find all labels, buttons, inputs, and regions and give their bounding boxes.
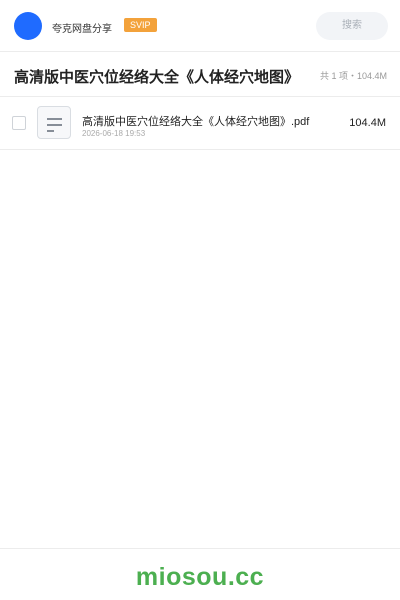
file-size: 104.4M bbox=[349, 117, 386, 129]
username: 夸克网盘分享 bbox=[52, 24, 112, 35]
file-name[interactable]: 高清版中医穴位经络大全《人体经穴地图》.pdf bbox=[82, 113, 309, 129]
svip-badge: SVIP bbox=[124, 18, 157, 32]
file-checkbox[interactable] bbox=[12, 116, 26, 130]
watermark-text: miosou.cc bbox=[135, 563, 265, 591]
document-icon bbox=[37, 106, 71, 139]
avatar[interactable] bbox=[14, 12, 42, 40]
footer: miosou.cc bbox=[0, 548, 400, 600]
top-header: 夸克网盘分享 SVIP 搜索 bbox=[0, 0, 400, 52]
item-summary: 共 1 项・104.4M bbox=[319, 71, 387, 81]
file-date: 2026-06-18 19:53 bbox=[82, 129, 146, 138]
file-row[interactable]: 高清版中医穴位经络大全《人体经穴地图》.pdf 2026-06-18 19:53… bbox=[0, 97, 400, 150]
folder-title-bar: 高清版中医穴位经络大全《人体经穴地图》 共 1 项・104.4M bbox=[0, 52, 400, 97]
page-title: 高清版中医穴位经络大全《人体经穴地图》 bbox=[14, 69, 300, 86]
search-input[interactable]: 搜索 bbox=[316, 12, 388, 40]
